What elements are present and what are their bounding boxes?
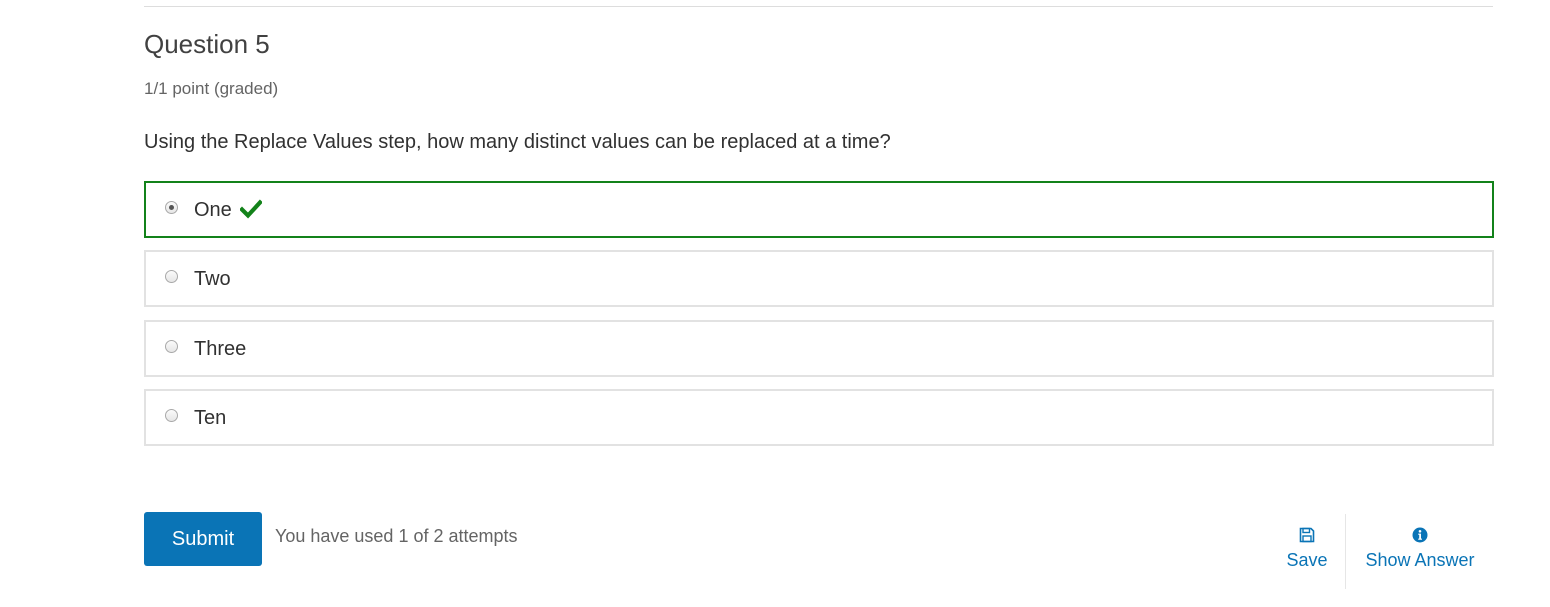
submit-button[interactable]: Submit [144, 512, 262, 566]
info-circle-icon [1412, 527, 1428, 543]
question-title: Question 5 [144, 29, 270, 59]
save-label: Save [1286, 550, 1328, 570]
choice-two[interactable]: Two [144, 250, 1494, 307]
choice-ten[interactable]: Ten [144, 389, 1494, 446]
points-status: 1/1 point (graded) [144, 79, 279, 98]
choice-three[interactable]: Three [144, 320, 1494, 377]
choice-label-one: One [194, 199, 232, 221]
show-answer-label: Show Answer [1365, 550, 1475, 570]
radio-button-ten[interactable] [165, 409, 178, 422]
radio-button-one[interactable] [165, 201, 178, 214]
question-prompt: Using the Replace Values step, how many … [144, 131, 891, 153]
attempts-counter: You have used 1 of 2 attempts [275, 526, 518, 546]
show-answer-button[interactable]: Show Answer [1362, 527, 1478, 571]
choice-one[interactable]: One [144, 181, 1494, 238]
action-divider [1345, 514, 1346, 589]
radio-button-three[interactable] [165, 340, 178, 353]
checkmark-icon [240, 199, 262, 219]
choice-label-ten: Ten [194, 407, 227, 429]
choice-label-two: Two [194, 268, 231, 290]
problem-page: Question 5 1/1 point (graded) Using the … [0, 0, 1550, 607]
floppy-disk-icon [1299, 527, 1315, 543]
radio-button-two[interactable] [165, 270, 178, 283]
save-button[interactable]: Save [1281, 527, 1333, 571]
section-divider [144, 6, 1493, 7]
choice-label-three: Three [194, 338, 247, 360]
